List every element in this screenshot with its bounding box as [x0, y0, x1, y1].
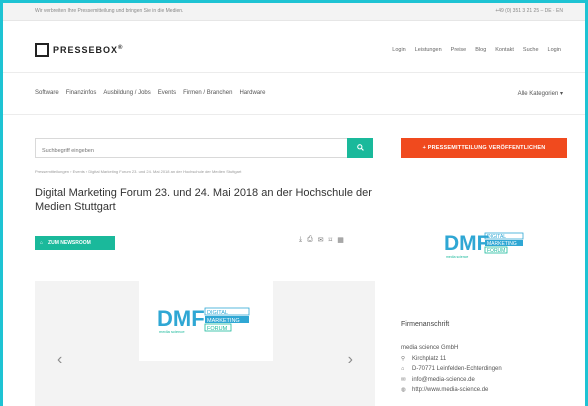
logo-registered-mark: ®	[118, 45, 124, 51]
dmf-wordmark: DMF	[444, 232, 490, 255]
home-icon: ⌂	[401, 366, 405, 372]
logo-square-icon	[35, 43, 49, 57]
category-navigation: Software Finanzinfos Ausbildung / Jobs E…	[3, 73, 585, 115]
search-button[interactable]	[347, 138, 373, 158]
dmf-line-marketing: MARKETING	[487, 241, 517, 247]
category-firmen[interactable]: Firmen / Branchen	[183, 90, 232, 96]
slide-dmf-forum: FORUM	[207, 326, 228, 332]
dmf-tagline: media science	[446, 255, 468, 259]
nav-item-login-2[interactable]: Login	[548, 47, 561, 53]
slide-dmf-wordmark: DMF	[157, 306, 205, 331]
browser-frame: Wir verbreiten Ihre Pressemitteilung und…	[0, 0, 588, 406]
breadcrumb[interactable]: Pressemitteilungen › Events › Digital Ma…	[35, 169, 380, 174]
download-icon[interactable]: ⤓	[299, 236, 302, 244]
slide-dmf-tagline: media science	[159, 329, 185, 334]
nav-item-login[interactable]: Login	[392, 47, 405, 53]
search-input[interactable]	[36, 142, 346, 160]
publish-press-release-button[interactable]: + PRESSEMITTEILUNG VERÖFFENTLICHEN	[401, 138, 567, 158]
category-software[interactable]: Software	[35, 90, 59, 96]
all-categories-dropdown[interactable]: Alle Kategorien ▾	[518, 90, 563, 97]
category-events[interactable]: Events	[158, 90, 176, 96]
nav-item-leistungen[interactable]: Leistungen	[415, 47, 442, 53]
globe-icon: ◍	[401, 387, 406, 393]
chevron-left-icon[interactable]: ‹	[57, 351, 62, 369]
nav-item-preise[interactable]: Preise	[451, 47, 467, 53]
slide-dmf-digital: DIGITAL	[207, 310, 228, 316]
mail-icon[interactable]: ✉	[318, 236, 324, 244]
nav-item-suche[interactable]: Suche	[523, 47, 539, 53]
nav-item-kontakt[interactable]: Kontakt	[495, 47, 514, 53]
mail-icon: ✉	[401, 376, 406, 383]
company-email[interactable]: info@media-science.de	[412, 375, 475, 386]
newsroom-button-label: ZUM NEWSROOM	[48, 240, 91, 246]
search-icon	[356, 144, 364, 152]
company-address: media science GmbH ⚲ Kirchplatz 11 ⌂ D-707…	[401, 343, 502, 396]
bookmark-icon[interactable]: ⌑	[329, 236, 333, 244]
dmf-line-digital: DIGITAL	[487, 234, 506, 240]
topbar-contact[interactable]: +49 (0) 351 3 21 25 – DE · EN	[495, 8, 563, 14]
dmf-line-forum: FORUM	[487, 248, 505, 254]
page-title: Digital Marketing Forum 23. und 24. Mai …	[35, 187, 372, 213]
image-gallery: DMF DIGITAL MARKETING FORUM media scienc…	[35, 281, 375, 406]
location-pin-icon: ⚲	[401, 355, 406, 362]
company-name: media science GmbH	[401, 345, 459, 351]
slide-dmf-marketing: MARKETING	[207, 318, 240, 324]
grid-icon[interactable]: ▦	[337, 236, 344, 244]
company-street: Kirchplatz 11	[412, 355, 447, 362]
top-navigation: Login Leistungen Preise Blog Kontakt Suc…	[392, 47, 561, 53]
logo-text: PRESSEBOX	[53, 45, 119, 55]
category-finanzinfos[interactable]: Finanzinfos	[66, 90, 97, 96]
category-hardware[interactable]: Hardware	[239, 90, 265, 96]
publish-button-label: PRESSEMITTEILUNG VERÖFFENTLICHEN	[427, 145, 546, 151]
category-ausbildung[interactable]: Ausbildung / Jobs	[103, 90, 150, 96]
all-categories-label: Alle Kategorien	[517, 91, 559, 97]
company-website[interactable]: http://www.media-science.de	[412, 385, 488, 396]
site-header: PRESSEBOX® Login Leistungen Preise Blog …	[3, 21, 585, 73]
presse-box-logo[interactable]: PRESSEBOX®	[35, 43, 123, 57]
gallery-slide[interactable]: DMF DIGITAL MARKETING FORUM media scienc…	[139, 281, 273, 361]
share-toolbar: ⤓ ⎙ ✉ ⌑ ▦	[299, 236, 344, 244]
nav-item-blog[interactable]: Blog	[475, 47, 486, 53]
home-icon: ⌂	[40, 240, 44, 246]
company-city: D-70771 Leinfelden-Echterdingen	[412, 366, 502, 372]
top-info-bar: Wir verbreiten Ihre Pressemitteilung und…	[3, 3, 585, 21]
chevron-down-icon: ▾	[559, 91, 563, 97]
company-heading: Firmenanschrift	[401, 321, 450, 328]
topbar-tagline: Wir verbreiten Ihre Pressemitteilung und…	[35, 8, 184, 14]
print-icon[interactable]: ⎙	[307, 236, 313, 244]
dmf-logo-sidebar[interactable]: DMF DIGITAL MARKETING FORUM media scienc…	[444, 229, 526, 263]
chevron-right-icon[interactable]: ›	[348, 351, 353, 369]
search-box	[35, 138, 373, 160]
newsroom-button[interactable]: ⌂ ZUM NEWSROOM	[35, 236, 115, 250]
